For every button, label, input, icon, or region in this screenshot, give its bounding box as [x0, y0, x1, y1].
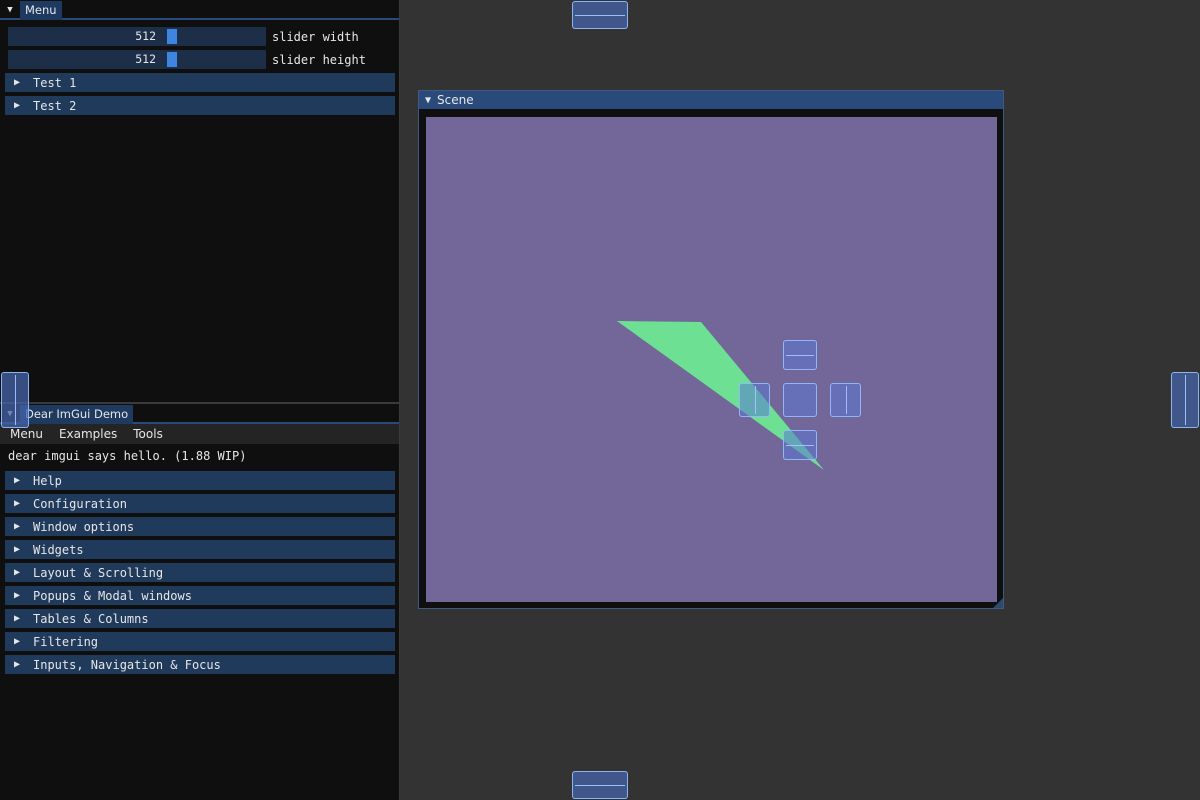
- menu-window-tabbar: ▼ Menu: [0, 0, 399, 20]
- collapsed-arrow-icon: ▶: [14, 659, 21, 670]
- dock-target-bottom-edge[interactable]: [572, 771, 628, 799]
- header-label: Layout & Scrolling: [33, 565, 164, 580]
- scene-titlebar[interactable]: ▼ Scene: [419, 91, 1003, 109]
- header-help[interactable]: ▶ Help: [5, 471, 395, 490]
- tab-dear-imgui-demo[interactable]: Dear ImGui Demo: [20, 405, 134, 424]
- header-widgets[interactable]: ▶ Widgets: [5, 540, 395, 559]
- slider-height-grab[interactable]: [167, 52, 177, 67]
- header-inputs-navigation[interactable]: ▶ Inputs, Navigation & Focus: [5, 655, 395, 674]
- menu-item-examples[interactable]: Examples: [59, 427, 117, 441]
- dock-target-top-edge[interactable]: [572, 1, 628, 29]
- slider-width-row: 512 slider width: [8, 27, 359, 46]
- dock-target-bottom[interactable]: [783, 430, 817, 460]
- hello-text: dear imgui says hello. (1.88 WIP): [8, 449, 247, 463]
- header-label: Help: [33, 473, 62, 488]
- slider-height-value: 512: [135, 52, 156, 66]
- header-popups-modal[interactable]: ▶ Popups & Modal windows: [5, 586, 395, 605]
- slider-width-label: slider width: [272, 29, 359, 44]
- demo-window: ▼ Dear ImGui Demo Menu Examples Tools de…: [0, 402, 400, 800]
- collapsed-arrow-icon: ▶: [14, 590, 21, 601]
- demo-menubar: Menu Examples Tools: [0, 424, 399, 444]
- collapsed-arrow-icon: ▶: [14, 544, 21, 555]
- header-test-1[interactable]: ▶ Test 1: [5, 73, 395, 92]
- tab-menu[interactable]: Menu: [20, 1, 62, 20]
- header-layout-scrolling[interactable]: ▶ Layout & Scrolling: [5, 563, 395, 582]
- dock-target-center[interactable]: [783, 383, 817, 417]
- header-label: Test 1: [33, 75, 77, 90]
- dock-target-right[interactable]: [830, 383, 861, 417]
- dock-target-left-edge[interactable]: [1, 372, 29, 428]
- collapsed-arrow-icon: ▶: [14, 567, 21, 578]
- collapsed-arrow-icon: ▶: [14, 77, 21, 88]
- scene-render: [617, 321, 824, 470]
- slider-width-grab[interactable]: [167, 29, 177, 44]
- menu-window: ▼ Menu 512 slider width 512 slider heigh…: [0, 0, 400, 402]
- header-tables-columns[interactable]: ▶ Tables & Columns: [5, 609, 395, 628]
- scene-title: Scene: [437, 93, 474, 107]
- header-label: Window options: [33, 519, 135, 534]
- demo-window-tabbar: ▼ Dear ImGui Demo: [0, 404, 399, 424]
- header-window-options[interactable]: ▶ Window options: [5, 517, 395, 536]
- slider-height-row: 512 slider height: [8, 50, 366, 69]
- header-label: Popups & Modal windows: [33, 588, 192, 603]
- header-label: Tables & Columns: [33, 611, 149, 626]
- slider-height-label: slider height: [272, 52, 366, 67]
- collapsed-arrow-icon: ▶: [14, 100, 21, 111]
- header-label: Inputs, Navigation & Focus: [33, 657, 221, 672]
- scene-viewport[interactable]: [426, 117, 997, 602]
- slider-width-value: 512: [135, 29, 156, 43]
- dock-target-right-edge[interactable]: [1171, 372, 1199, 428]
- window-collapse-icon[interactable]: ▼: [3, 3, 17, 17]
- resize-grip[interactable]: [993, 598, 1003, 608]
- collapsed-arrow-icon: ▶: [14, 613, 21, 624]
- menu-item-menu[interactable]: Menu: [10, 427, 43, 441]
- menu-item-tools[interactable]: Tools: [133, 427, 163, 441]
- header-label: Test 2: [33, 98, 77, 113]
- collapsed-arrow-icon: ▶: [14, 475, 21, 486]
- slider-height[interactable]: 512: [8, 50, 266, 69]
- dock-target-top[interactable]: [783, 340, 817, 370]
- header-label: Widgets: [33, 542, 84, 557]
- header-label: Configuration: [33, 496, 127, 511]
- header-label: Filtering: [33, 634, 99, 649]
- scene-window[interactable]: ▼ Scene: [418, 90, 1004, 609]
- header-filtering[interactable]: ▶ Filtering: [5, 632, 395, 651]
- header-test-2[interactable]: ▶ Test 2: [5, 96, 395, 115]
- collapsed-arrow-icon: ▶: [14, 521, 21, 532]
- collapsed-arrow-icon: ▶: [14, 498, 21, 509]
- dock-target-left[interactable]: [739, 383, 770, 417]
- slider-width[interactable]: 512: [8, 27, 266, 46]
- window-collapse-icon[interactable]: ▼: [425, 95, 431, 106]
- header-configuration[interactable]: ▶ Configuration: [5, 494, 395, 513]
- collapsed-arrow-icon: ▶: [14, 636, 21, 647]
